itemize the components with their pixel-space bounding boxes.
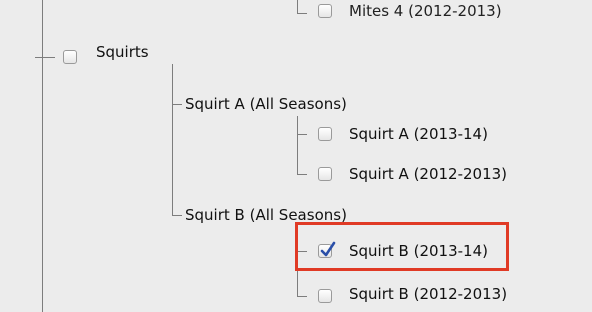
tree-line-mites-4	[297, 13, 307, 14]
squirt-a-2013-14-checkbox[interactable]	[318, 127, 332, 141]
squirts-checkbox[interactable]	[63, 50, 77, 64]
tree-line-squirt-a-children	[297, 116, 298, 174]
squirt-a-all-seasons-label[interactable]: Squirt A (All Seasons)	[185, 95, 347, 113]
squirt-a-2013-14-label[interactable]: Squirt A (2013-14)	[349, 125, 488, 143]
tree-line-squirt-b	[172, 215, 182, 216]
mites-4-checkbox[interactable]	[318, 4, 332, 18]
squirts-label[interactable]: Squirts	[96, 43, 149, 61]
tree-line-squirt-a-2013	[297, 134, 307, 135]
tree-line-squirts	[35, 57, 55, 58]
squirt-a-2012-2013-label[interactable]: Squirt A (2012-2013)	[349, 165, 507, 183]
tree-line-squirts-children	[172, 64, 173, 216]
mites-4-label: Mites 4 (2012-2013)	[349, 2, 502, 20]
squirt-a-2012-2013-checkbox[interactable]	[318, 167, 332, 181]
squirt-b-2012-2013-checkbox[interactable]	[318, 289, 332, 303]
tree-line-root	[42, 0, 43, 312]
highlight-box	[295, 222, 509, 271]
squirt-b-2012-2013-label[interactable]: Squirt B (2012-2013)	[349, 285, 507, 303]
tree-line-squirt-a-2012	[297, 174, 307, 175]
tree-line-squirt-b-2012	[297, 296, 307, 297]
tree-line-squirt-a	[172, 104, 182, 105]
tree-line-mites	[297, 0, 298, 14]
